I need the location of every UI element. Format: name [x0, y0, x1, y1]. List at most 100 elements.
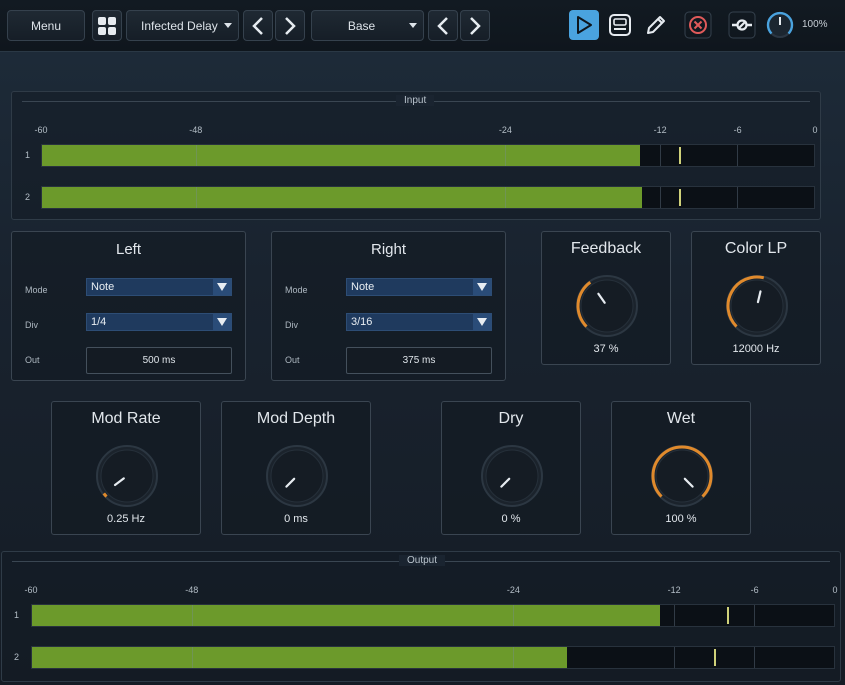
- left-delay-panel: Left Mode Note Div 1/4 Out 500 ms: [11, 231, 246, 381]
- left-out-label: Out: [25, 355, 40, 365]
- chevron-left-icon: [437, 16, 448, 35]
- left-mode-label: Mode: [25, 285, 48, 295]
- output-meter-gridline: [192, 647, 194, 668]
- preset-name: Infected Delay: [141, 18, 218, 33]
- chevron-down-icon: [213, 279, 231, 295]
- feedback-label: Feedback: [570, 240, 642, 257]
- output-meter-gridline: [513, 605, 515, 626]
- input-meter-gridline: [196, 187, 198, 208]
- output-meter-level-bar: [32, 647, 567, 668]
- feedback-panel: Feedback 37 %: [541, 231, 671, 365]
- play-icon: [577, 16, 592, 34]
- input-meter-level-bar: [42, 145, 641, 166]
- preset-next-button[interactable]: [275, 10, 305, 41]
- color-lp-knob[interactable]: [723, 272, 791, 340]
- preset-prev-button[interactable]: [243, 10, 273, 41]
- output-meter-tick-label: -6: [750, 585, 759, 595]
- edit-button[interactable]: [641, 10, 671, 40]
- right-div-value: 3/16: [351, 316, 373, 328]
- wet-panel: Wet 100 %: [611, 401, 751, 535]
- right-mode-value: Note: [351, 281, 375, 293]
- play-button[interactable]: [569, 10, 599, 40]
- right-div-select[interactable]: 3/16: [346, 313, 492, 331]
- mod-rate-knob[interactable]: [93, 442, 161, 510]
- output-meter-track: [31, 604, 835, 627]
- chevron-right-icon: [470, 16, 481, 35]
- dry-panel: Dry 0 %: [441, 401, 581, 535]
- right-mode-label: Mode: [285, 285, 308, 295]
- output-meter-peak-marker: [713, 649, 716, 666]
- input-meter-gridline: [505, 145, 507, 166]
- knob-face: [270, 449, 324, 503]
- device-icon: [609, 14, 631, 36]
- input-meter-tick-label: -24: [498, 125, 512, 135]
- color-lp-panel: Color LP 12000 Hz: [691, 231, 821, 365]
- left-out-value: 500 ms: [86, 347, 232, 374]
- output-meter-tick-label: -24: [506, 585, 520, 595]
- output-meter-tick-label: -48: [185, 585, 199, 595]
- right-mode-select[interactable]: Note: [346, 278, 492, 296]
- knob-value-arc: [102, 492, 108, 498]
- mod-depth-knob[interactable]: [263, 442, 331, 510]
- output-meter-peak-marker: [727, 607, 730, 624]
- input-meter-channel-label: 2: [25, 192, 31, 202]
- grid-icon: [98, 16, 116, 35]
- input-meter-panel: Input -60 -48 -24 -12 -6 0 1 2: [11, 91, 821, 220]
- toolbar: Menu Infected Delay Base 100%: [0, 0, 845, 52]
- output-meter-gridline: [673, 605, 675, 626]
- bypass-icon: [728, 11, 756, 39]
- input-meter-title: Input: [396, 95, 435, 106]
- input-meter-tick-label: -60: [34, 125, 48, 135]
- feedback-value: 37 %: [593, 343, 619, 355]
- zoom-value: 100%: [802, 19, 828, 30]
- output-meter-tick-label: 0: [832, 585, 838, 595]
- knob-face: [100, 449, 154, 503]
- output-meter-gridline: [513, 647, 515, 668]
- bank-prev-button[interactable]: [428, 10, 458, 41]
- dry-value: 0 %: [501, 513, 521, 525]
- browse-button[interactable]: [92, 10, 122, 41]
- feedback-knob[interactable]: [573, 272, 641, 340]
- chevron-down-icon: [224, 23, 232, 28]
- left-div-label: Div: [25, 320, 38, 330]
- right-delay-panel: Right Mode Note Div 3/16 Out 375 ms: [271, 231, 506, 381]
- right-div-label: Div: [285, 320, 298, 330]
- output-meter-channel-label: 1: [14, 610, 20, 620]
- wet-knob[interactable]: [648, 442, 716, 510]
- mod-depth-panel: Mod Depth 0 ms: [221, 401, 371, 535]
- mod-depth-label: Mod Depth: [256, 410, 336, 427]
- preset-dropdown[interactable]: Infected Delay: [126, 10, 239, 41]
- zoom-knob[interactable]: [765, 10, 795, 40]
- bank-next-button[interactable]: [460, 10, 490, 41]
- output-meter-tick-label: -12: [667, 585, 681, 595]
- input-meter-gridline: [736, 145, 738, 166]
- close-circle-icon: [684, 11, 712, 39]
- menu-button[interactable]: Menu: [7, 10, 85, 41]
- input-meter-gridline: [659, 187, 661, 208]
- left-out-text: 500 ms: [142, 355, 176, 366]
- left-panel-title: Left: [115, 241, 142, 258]
- wet-label: Wet: [666, 410, 696, 427]
- input-meter-tick-label: -6: [733, 125, 742, 135]
- dry-label: Dry: [498, 410, 524, 427]
- left-div-value: 1/4: [91, 316, 107, 328]
- dry-knob[interactable]: [478, 442, 546, 510]
- output-meter-channel-label: 2: [14, 652, 20, 662]
- input-meter-track: [41, 144, 815, 167]
- chevron-right-icon: [285, 16, 296, 35]
- color-lp-value: 12000 Hz: [732, 343, 780, 355]
- right-out-text: 375 ms: [402, 355, 436, 366]
- chevron-down-icon: [213, 314, 231, 330]
- close-button[interactable]: [683, 10, 713, 40]
- mod-depth-value: 0 ms: [284, 513, 308, 525]
- color-lp-label: Color LP: [724, 240, 788, 257]
- mod-rate-label: Mod Rate: [91, 410, 161, 427]
- device-button[interactable]: [605, 10, 635, 40]
- bypass-button[interactable]: [727, 10, 757, 40]
- input-meter-gridline: [196, 145, 198, 166]
- input-meter-tick-label: 0: [812, 125, 818, 135]
- bank-dropdown[interactable]: Base: [311, 10, 424, 41]
- input-meter-tick-label: -12: [653, 125, 667, 135]
- left-mode-select[interactable]: Note: [86, 278, 232, 296]
- left-div-select[interactable]: 1/4: [86, 313, 232, 331]
